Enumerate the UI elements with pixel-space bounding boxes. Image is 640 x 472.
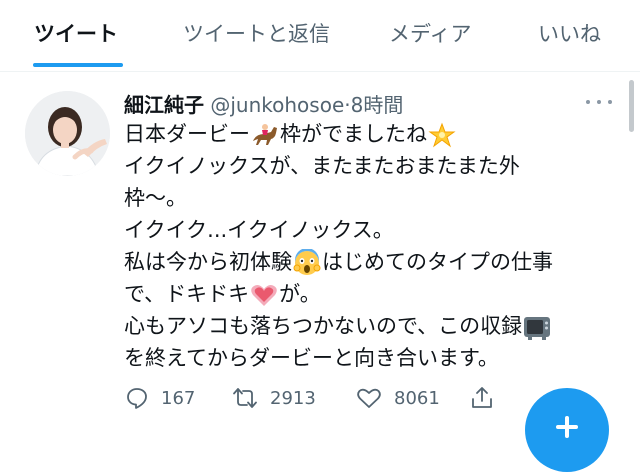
tabs-divider bbox=[0, 71, 640, 72]
screaming-face-icon bbox=[293, 249, 321, 275]
retweet-count: 2913 bbox=[270, 387, 316, 409]
reply-button[interactable]: 167 bbox=[125, 383, 195, 413]
retweet-icon bbox=[233, 388, 257, 408]
tweet-header: 細江純子 @junkohosoe·8時間 bbox=[124, 89, 403, 117]
like-button[interactable]: 8061 bbox=[356, 383, 440, 413]
tweet-line: 枠〜。 bbox=[124, 182, 624, 214]
tweet-text-segment: 心もアソコも落ちつかないので、この収録 bbox=[124, 314, 523, 338]
tweet-text-segment: 枠〜。 bbox=[124, 186, 187, 210]
horse-racing-icon bbox=[253, 124, 277, 145]
tweet-line: 心もアソコも落ちつかないので、この収録 bbox=[124, 310, 624, 342]
reply-icon bbox=[127, 388, 147, 409]
avatar-image bbox=[25, 91, 110, 176]
tweet-text-segment: 日本ダービー bbox=[124, 122, 250, 146]
profile-tabs: ツイート ツイートと返信 メディア いいね bbox=[0, 0, 640, 72]
tweet-timestamp[interactable]: 8時間 bbox=[351, 93, 404, 117]
television-icon bbox=[524, 317, 551, 340]
tweet-line: イクイノックスが、またまたおまたまた外 bbox=[124, 150, 624, 182]
tweet-text-segment: イクイク...イクイノックス。 bbox=[124, 218, 394, 242]
tweet-text-segment: イクイノックスが、またまたおまたまた外 bbox=[124, 154, 520, 178]
like-count: 8061 bbox=[394, 387, 440, 409]
tweet-text: 日本ダービー 枠がでましたね イクイノックスが、またまたおまたまた外 枠〜。 イ… bbox=[124, 118, 624, 374]
author-handle[interactable]: @junkohosoe bbox=[210, 93, 344, 117]
glowing-star-icon bbox=[428, 122, 456, 148]
tweet-text-segment: はじめてのタイプの仕事 bbox=[322, 250, 553, 274]
more-options-icon[interactable] bbox=[586, 95, 612, 109]
tab-media[interactable]: メディア bbox=[389, 18, 472, 48]
compose-tweet-button[interactable] bbox=[525, 388, 609, 472]
tweet-line: を終えてからダービーと向き合います。 bbox=[124, 342, 624, 374]
tweet-text-segment: 枠がでましたね bbox=[280, 122, 427, 146]
tweet-line: 日本ダービー 枠がでましたね bbox=[124, 118, 624, 150]
tweet-text-segment: が。 bbox=[279, 282, 321, 306]
tweet-text-segment: を終えてからダービーと向き合います。 bbox=[124, 346, 499, 370]
tweet-line: 私は今から初体験 はじめてのタイプの仕事 bbox=[124, 246, 624, 278]
tab-tweets-and-replies[interactable]: ツイートと返信 bbox=[183, 18, 330, 48]
retweet-button[interactable]: 2913 bbox=[232, 383, 316, 413]
tweet-line: イクイク...イクイノックス。 bbox=[124, 214, 624, 246]
tab-tweets[interactable]: ツイート bbox=[34, 18, 118, 48]
growing-heart-icon bbox=[251, 285, 277, 306]
tweet-actions: 167 2913 8061 bbox=[125, 383, 595, 413]
scrollbar[interactable] bbox=[629, 80, 634, 132]
heart-icon bbox=[357, 388, 381, 408]
avatar[interactable] bbox=[25, 91, 110, 176]
tab-likes[interactable]: いいね bbox=[538, 18, 601, 48]
tweet-text-segment: で、ドキドキ bbox=[124, 282, 250, 306]
active-tab-indicator bbox=[33, 63, 123, 67]
author-name[interactable]: 細江純子 bbox=[124, 93, 204, 117]
reply-count: 167 bbox=[161, 387, 196, 409]
share-icon bbox=[472, 387, 492, 408]
share-button[interactable] bbox=[470, 383, 506, 413]
tweet-text-segment: 私は今から初体験 bbox=[124, 250, 292, 274]
tweet-line: で、ドキドキ が。 bbox=[124, 278, 624, 310]
